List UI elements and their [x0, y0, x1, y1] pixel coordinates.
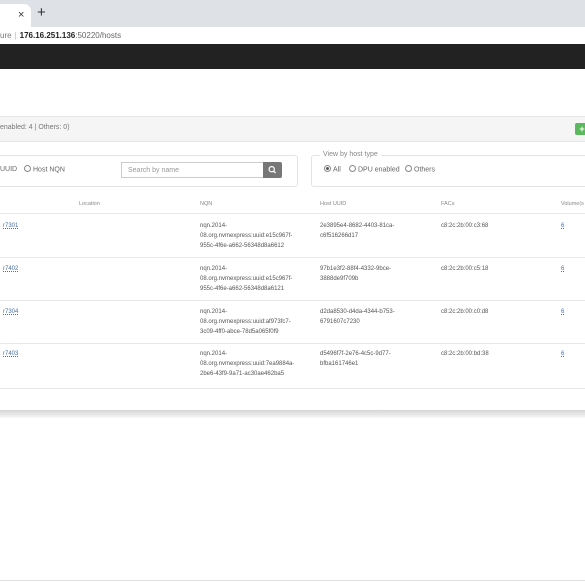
radio-circle-icon	[349, 165, 356, 172]
url-host: 176.16.251.136	[19, 31, 76, 40]
radio-circle-icon	[405, 165, 412, 172]
hosts-count-summary: enabled: 4 | Others: 0)	[0, 124, 70, 131]
radio-uuid[interactable]: UUID	[0, 166, 17, 173]
column-header-location[interactable]: Location	[79, 201, 100, 207]
column-header-host-uuid[interactable]: Host UUID	[320, 201, 346, 207]
host-nqn: nqn.2014- 08.org.nvmexpress:uuid:e15c967f…	[200, 223, 293, 249]
volumes-count-link[interactable]: 6	[561, 264, 564, 274]
host-type-legend: View by host type	[320, 151, 381, 158]
new-tab-button[interactable]: +	[37, 5, 46, 20]
volumes-count-link[interactable]: 6	[561, 307, 564, 317]
footer-divider	[0, 580, 585, 581]
address-separator: |	[14, 31, 17, 40]
host-name-link[interactable]: r7301	[3, 221, 18, 231]
host-facs: c8:2c:2b:00:c5:18	[441, 266, 489, 272]
content-bottom-shadow	[0, 410, 585, 418]
table-bottom-divider	[0, 388, 585, 389]
column-header-volumes[interactable]: Volume(s	[561, 201, 584, 207]
radio-dpu-enabled[interactable]: DPU enabled	[349, 165, 400, 173]
radio-all[interactable]: All	[324, 165, 341, 173]
host-name-link[interactable]: r7403	[3, 349, 18, 359]
top-navbar	[0, 44, 585, 69]
search-icon	[268, 165, 277, 174]
security-indicator[interactable]: ure	[0, 31, 12, 40]
url-path: :50220/hosts	[75, 31, 122, 40]
host-uuid: d2da8530-d4da-4344-b753- 6791607c7230	[320, 309, 395, 325]
host-name-link[interactable]: r7304	[3, 307, 18, 317]
add-host-button[interactable]: +	[575, 123, 585, 135]
host-name-link[interactable]: r7402	[3, 264, 18, 274]
row-divider	[0, 300, 585, 301]
host-facs: c8:2c:2b:00:c3:68	[441, 223, 489, 229]
radio-others[interactable]: Others	[405, 165, 435, 173]
active-tab[interactable]: ×	[0, 4, 31, 27]
volumes-count-link[interactable]: 6	[561, 349, 564, 359]
browser-tab-bar: × +	[0, 0, 585, 27]
host-nqn: nqn.2014- 08.org.nvmexpress:uuid:e15c967f…	[200, 266, 293, 292]
table-header-divider	[0, 213, 585, 214]
column-header-facs[interactable]: FACs	[441, 201, 454, 207]
radio-circle-icon	[24, 165, 31, 172]
close-tab-icon[interactable]: ×	[18, 9, 24, 21]
search-button[interactable]	[263, 162, 282, 178]
search-input[interactable]: Search by name	[121, 162, 263, 178]
host-uuid: d5496f7f-2e76-4c5c-9d77- bfba161746e1	[320, 351, 391, 367]
volumes-count-link[interactable]: 6	[561, 221, 564, 231]
row-divider	[0, 257, 585, 258]
host-nqn: nqn.2014- 08.org.nvmexpress:uuid:7ea9884a…	[200, 351, 295, 377]
column-header-nqn[interactable]: NQN	[200, 201, 212, 207]
host-uuid: 2e3895e4-8682-4403-81ca-c6f516266d17	[320, 223, 395, 239]
host-facs: c8:2c:2b:00:bd:38	[441, 351, 489, 357]
hosts-summary-bar: enabled: 4 | Others: 0) +	[0, 116, 585, 142]
address-bar[interactable]: ure | 176.16.251.136:50220/hosts	[0, 27, 585, 45]
row-divider	[0, 343, 585, 344]
radio-host-nqn[interactable]: Host NQN	[24, 165, 65, 173]
host-uuid: 97b1e3f2-88f4-4332-9bce- 3888de9f709b	[320, 266, 392, 282]
radio-checked-icon	[324, 165, 331, 172]
host-facs: c8:2c:2b:00:c0:d8	[441, 309, 489, 315]
host-nqn: nqn.2014- 08.org.nvmexpress:uuid:af973fc7…	[200, 309, 291, 335]
